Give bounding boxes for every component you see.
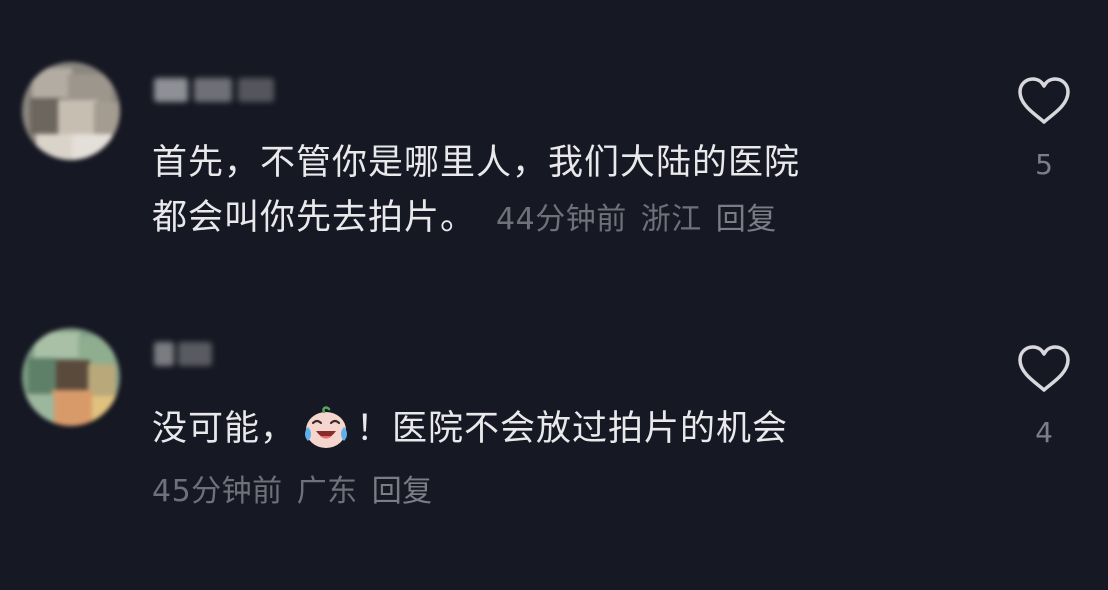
- comment-time: 45分钟前: [152, 474, 283, 509]
- comment-location: 广东: [296, 474, 358, 509]
- heart-icon[interactable]: [1016, 76, 1072, 126]
- comment-text-after-emoji: ！医院不会放过拍片的机会: [356, 409, 789, 449]
- comment-text: 没可能， ！医院不会放过拍片的机会: [152, 402, 788, 457]
- heart-icon[interactable]: [1016, 344, 1072, 394]
- comment-time: 44分钟前: [496, 202, 627, 237]
- comment-text-line-2-row: 都会叫你先去拍片。 44分钟前 浙江 回复: [152, 191, 791, 247]
- reply-button[interactable]: 回复: [372, 474, 433, 509]
- comment-text: 首先，不管你是哪里人，我们大陆的医院: [152, 136, 800, 191]
- avatar[interactable]: [22, 62, 120, 160]
- crying-laughing-emoji-icon: [305, 406, 348, 448]
- avatar[interactable]: [22, 328, 120, 426]
- like-button[interactable]: 5: [1014, 76, 1074, 181]
- comment-list: 首先，不管你是哪里人，我们大陆的医院 都会叫你先去拍片。 44分钟前 浙江 回复 5: [0, 0, 1108, 590]
- like-count: 4: [1035, 416, 1053, 449]
- comment-text-line: 都会叫你先去拍片。: [152, 198, 477, 238]
- like-button[interactable]: 4: [1014, 344, 1074, 449]
- comment-text-before-emoji: 没可能，: [152, 409, 297, 449]
- comment-location: 浙江: [640, 202, 702, 237]
- like-count: 5: [1035, 148, 1053, 181]
- comment-meta: 44分钟前 浙江 回复: [496, 202, 791, 237]
- reply-button[interactable]: 回复: [716, 202, 777, 237]
- username[interactable]: [154, 338, 216, 372]
- comment-meta: 45分钟前 广东 回复: [152, 470, 447, 514]
- comment-text-line: 首先，不管你是哪里人，我们大陆的医院: [152, 143, 801, 183]
- username[interactable]: [154, 74, 278, 108]
